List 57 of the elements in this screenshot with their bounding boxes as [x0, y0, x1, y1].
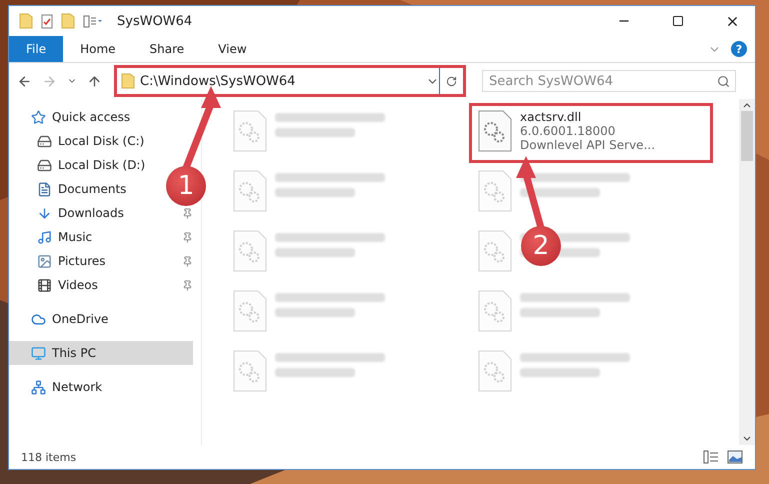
sidebar-item[interactable]: This PC — [9, 341, 193, 365]
pin-icon[interactable] — [182, 232, 193, 242]
drive-icon — [37, 158, 52, 172]
sidebar-item[interactable]: Local Disk (D:) — [9, 153, 152, 177]
sidebar-item[interactable]: Downloads — [9, 201, 130, 225]
dll-file-icon — [478, 350, 512, 392]
scrollbar-thumb[interactable] — [741, 111, 753, 161]
pin-icon[interactable] — [182, 208, 193, 218]
sidebar-item[interactable]: OneDrive — [9, 307, 114, 331]
sidebar-item[interactable]: Pictures — [9, 249, 112, 273]
refresh-icon[interactable] — [446, 74, 457, 88]
dll-file-icon — [233, 110, 267, 152]
monitor-icon — [31, 346, 46, 360]
view-options-icon[interactable] — [83, 14, 103, 28]
maximize-icon[interactable] — [672, 15, 684, 27]
picture-icon — [37, 254, 52, 268]
music-icon — [37, 230, 52, 244]
ribbon-tab[interactable]: Home — [63, 36, 133, 62]
dll-file-icon — [233, 170, 267, 212]
dll-file-icon — [478, 170, 512, 212]
file-item[interactable]: xactsrv.dll 6.0.6001.18000 Downlevel API Serve... — [469, 103, 713, 163]
details-view-icon[interactable] — [703, 450, 719, 464]
sidebar-item[interactable]: Music — [9, 225, 98, 249]
star-icon — [31, 110, 46, 124]
film-icon — [37, 278, 52, 292]
step-number: 1 — [166, 166, 206, 206]
sidebar-item[interactable]: Videos — [9, 273, 104, 297]
cloud-icon — [31, 312, 46, 326]
download-icon — [37, 206, 52, 220]
scrollbar[interactable] — [739, 99, 755, 445]
ribbon-tab[interactable]: File — [9, 36, 64, 62]
sidebar-item[interactable]: Quick access — [9, 105, 136, 129]
step-number: 2 — [521, 226, 561, 266]
drive-icon — [37, 134, 52, 148]
large-icons-view-icon[interactable] — [727, 450, 743, 464]
help-icon[interactable]: ? — [731, 41, 747, 57]
network-icon — [31, 380, 46, 394]
search-field[interactable]: Search SysWOW64 — [482, 70, 736, 92]
dll-file-icon — [478, 110, 512, 152]
sidebar-item[interactable]: Local Disk (C:) — [9, 129, 150, 153]
document-icon — [37, 182, 52, 196]
ribbon-tab[interactable]: Share — [132, 36, 202, 62]
sidebar-item[interactable]: Network — [9, 375, 108, 399]
window-title: SysWOW64 — [117, 14, 192, 28]
ribbon-tab[interactable]: View — [201, 36, 264, 62]
address-bar[interactable]: C:\Windows\SysWOW64 — [114, 65, 466, 97]
dll-file-icon — [233, 290, 267, 332]
sidebar-item[interactable]: Documents — [9, 177, 132, 201]
pin-icon[interactable] — [182, 280, 193, 290]
dll-file-icon — [233, 350, 267, 392]
item-count: 118 items — [21, 450, 76, 464]
dll-file-icon — [478, 230, 512, 272]
search-icon[interactable] — [717, 75, 730, 88]
dll-file-icon — [478, 290, 512, 332]
properties-icon[interactable] — [41, 14, 53, 28]
pin-icon[interactable] — [182, 256, 193, 266]
dll-file-icon — [233, 230, 267, 272]
